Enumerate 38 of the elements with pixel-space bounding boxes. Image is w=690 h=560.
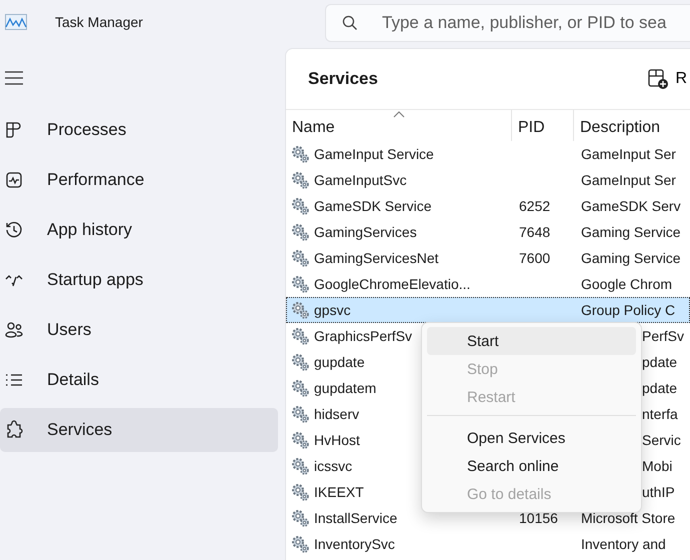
- description-cell: pdate: [642, 380, 678, 396]
- description-cell: Mobi: [642, 458, 672, 474]
- service-name: GameInputSvc: [314, 172, 407, 188]
- service-name: hidserv: [314, 406, 360, 422]
- service-name: InventorySvc: [314, 536, 395, 552]
- service-name: GameInput Service: [314, 146, 434, 162]
- service-name: GoogleChromeElevatio...: [314, 276, 470, 292]
- description-cell: pdate: [642, 354, 678, 370]
- pid-cell: 7648: [519, 224, 550, 240]
- pid-cell: 10156: [519, 510, 558, 526]
- description-cell: Microsoft Store: [581, 510, 676, 526]
- description-cell: Servic: [642, 432, 681, 448]
- description-cell: Gaming Service: [581, 224, 681, 240]
- description-cell: Google Chrom: [581, 276, 672, 292]
- description-cell: nterfa: [642, 406, 678, 422]
- description-cell: GameInput Ser: [581, 146, 676, 162]
- pid-cell: 7600: [519, 250, 550, 266]
- service-name: GraphicsPerfSv: [314, 328, 412, 344]
- description-cell: PerfSv: [642, 328, 684, 344]
- description-cell: uthIP: [642, 484, 675, 500]
- window-title: Task Manager: [55, 14, 144, 30]
- description-cell: Inventory and: [581, 536, 666, 552]
- description-cell: GameInput Ser: [581, 172, 676, 188]
- description-cell: Group Policy C: [581, 302, 676, 318]
- service-name: GamingServicesNet: [314, 250, 438, 266]
- service-name: gupdatem: [314, 380, 376, 396]
- service-name: IKEEXT: [314, 484, 364, 500]
- service-name: gpsvc: [314, 302, 351, 318]
- service-name: GamingServices: [314, 224, 417, 240]
- description-cell: Gaming Service: [581, 250, 681, 266]
- service-name: gupdate: [314, 354, 365, 370]
- service-name: icssvc: [314, 458, 352, 474]
- description-cell: GameSDK Serv: [581, 198, 681, 214]
- service-name: GameSDK Service: [314, 198, 432, 214]
- service-name: InstallService: [314, 510, 398, 526]
- page-title: Services: [308, 69, 378, 89]
- pid-cell: 6252: [519, 198, 550, 214]
- service-name: HvHost: [314, 432, 360, 448]
